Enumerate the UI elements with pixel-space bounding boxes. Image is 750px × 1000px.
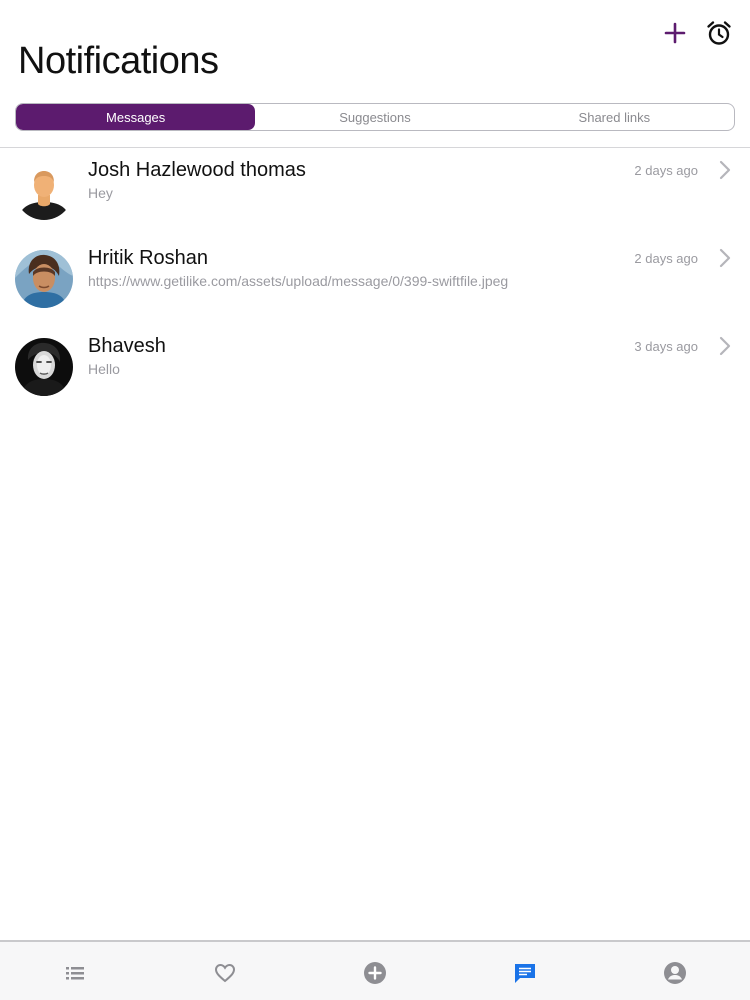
photo-avatar-icon [15, 250, 73, 308]
plus-icon [664, 22, 686, 44]
message-preview: Hello [88, 361, 120, 377]
default-person-avatar-icon [15, 162, 73, 220]
timestamp: 2 days ago [634, 251, 698, 266]
alarm-button[interactable] [704, 18, 734, 48]
profile-icon [664, 962, 686, 984]
alarm-clock-icon [707, 21, 731, 45]
header-actions [660, 18, 734, 48]
contact-name: Bhavesh [88, 335, 166, 357]
tab-profile[interactable] [600, 942, 750, 1000]
message-preview: Hey [88, 185, 113, 201]
list-item[interactable]: Bhavesh Hello 3 days ago [0, 324, 750, 412]
timestamp: 2 days ago [634, 163, 698, 178]
heart-icon [214, 963, 236, 983]
segmented-control: Messages Suggestions Shared links [15, 103, 735, 131]
tab-favorites[interactable] [150, 942, 300, 1000]
contact-name: Hritik Roshan [88, 247, 209, 269]
plus-circle-icon [364, 962, 386, 984]
contact-name: Josh Hazlewood thomas [88, 159, 306, 181]
chevron-right-icon [719, 160, 731, 180]
tab-shared-links[interactable]: Shared links [495, 104, 734, 130]
chevron-right-icon [719, 248, 731, 268]
tab-bar [0, 940, 750, 1000]
avatar [15, 338, 73, 396]
tab-messages-nav[interactable] [450, 942, 600, 1000]
chat-icon [515, 964, 535, 983]
tab-feed[interactable] [0, 942, 150, 1000]
tab-messages[interactable]: Messages [16, 104, 256, 130]
message-preview: https://www.getilike.com/assets/upload/m… [88, 273, 509, 289]
page-title: Notifications [18, 40, 219, 82]
avatar [15, 162, 73, 220]
photo-avatar-icon [15, 338, 73, 396]
list-icon [66, 967, 84, 980]
list-item[interactable]: Hritik Roshan https://www.getilike.com/a… [0, 236, 750, 324]
avatar [15, 250, 73, 308]
chevron-right-icon [719, 336, 731, 356]
timestamp: 3 days ago [634, 339, 698, 354]
tab-create[interactable] [300, 942, 450, 1000]
tab-suggestions[interactable]: Suggestions [255, 104, 494, 130]
add-button[interactable] [660, 18, 690, 48]
message-list: Josh Hazlewood thomas Hey 2 days ago Hri… [0, 148, 750, 412]
list-item[interactable]: Josh Hazlewood thomas Hey 2 days ago [0, 148, 750, 236]
